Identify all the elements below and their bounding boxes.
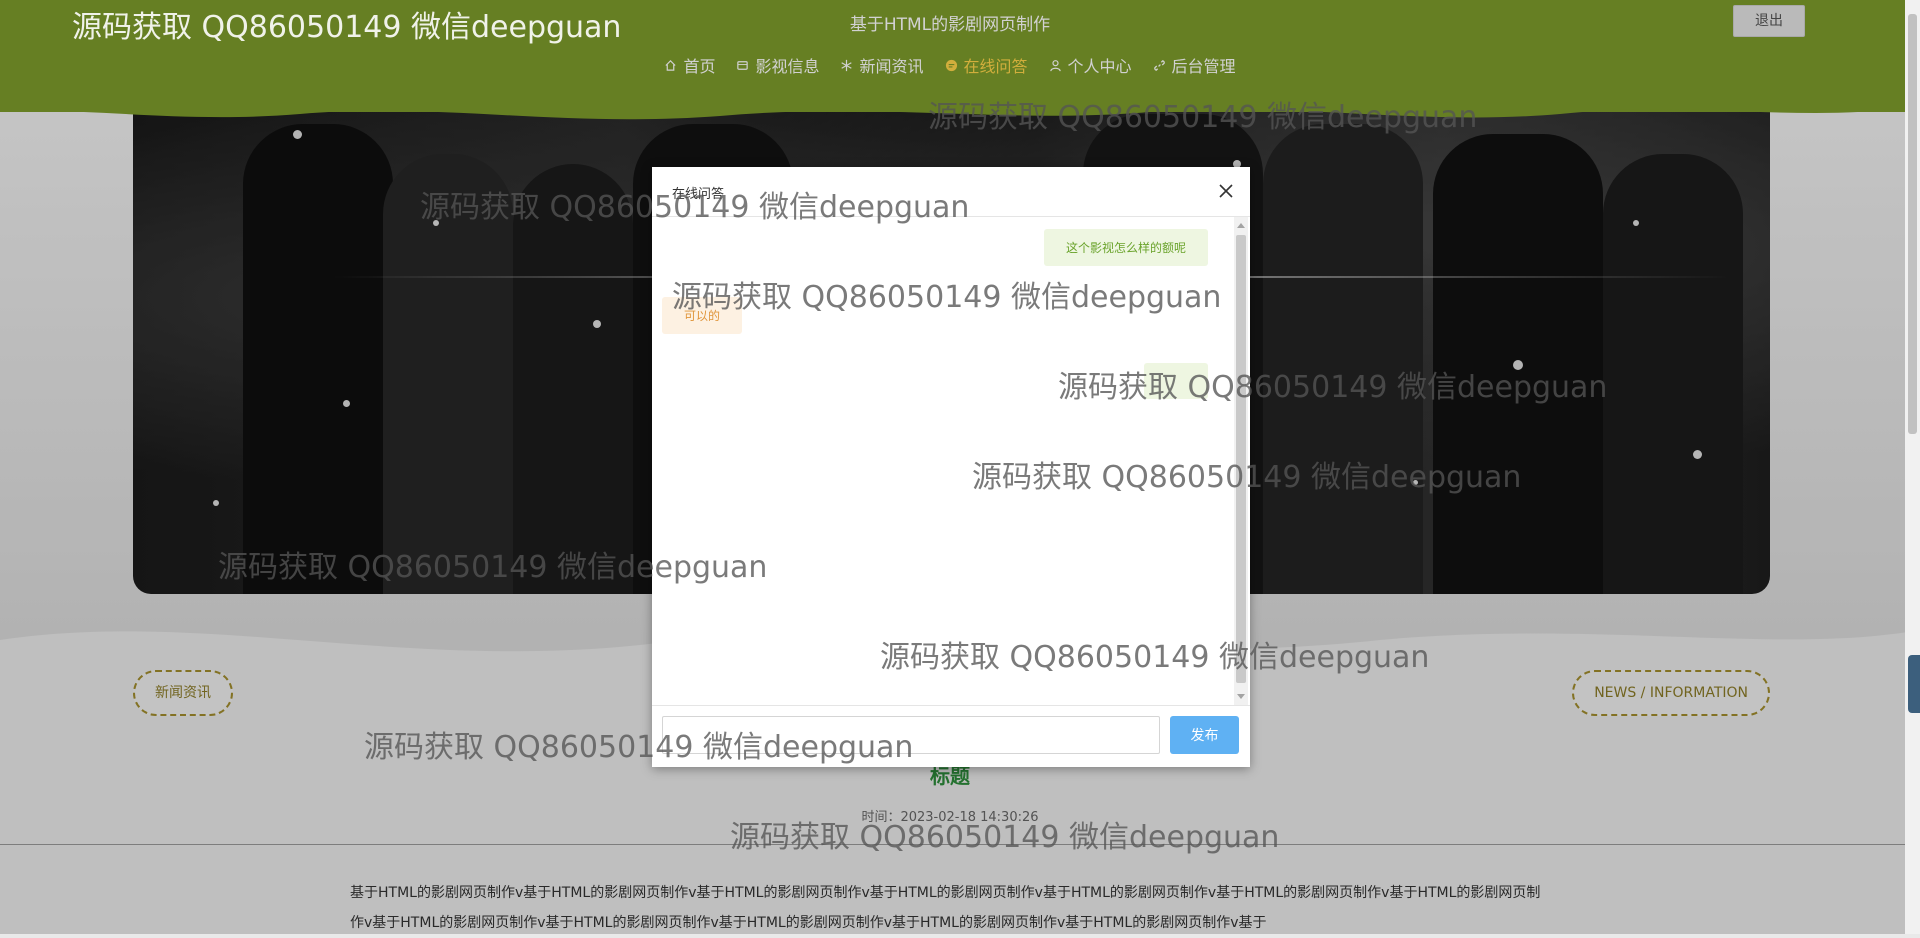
chat-input[interactable] [662, 716, 1160, 754]
dialog-footer-divider [652, 705, 1250, 706]
dialog-title: 在线问答 [672, 187, 725, 202]
scroll-down-arrow-icon[interactable] [1237, 694, 1245, 699]
page-scroll-thumb[interactable] [1908, 14, 1917, 434]
question-bubble [1144, 363, 1208, 399]
answer-bubble: 可以的 [662, 297, 743, 334]
qa-dialog: 在线问答 这个影视怎么样的额呢 可以的 发布 [652, 167, 1250, 767]
scroll-up-arrow-icon[interactable] [1237, 223, 1245, 228]
side-floating-tab[interactable] [1908, 655, 1920, 713]
chat-scrollbar[interactable] [1234, 217, 1248, 705]
close-icon[interactable] [1216, 181, 1236, 201]
question-bubble: 这个影视怎么样的额呢 [1043, 229, 1208, 266]
publish-button[interactable]: 发布 [1170, 716, 1239, 754]
scroll-thumb[interactable] [1236, 235, 1246, 683]
chat-message-list: 这个影视怎么样的额呢 可以的 [652, 217, 1234, 705]
page-scrollbar[interactable] [1905, 0, 1920, 934]
